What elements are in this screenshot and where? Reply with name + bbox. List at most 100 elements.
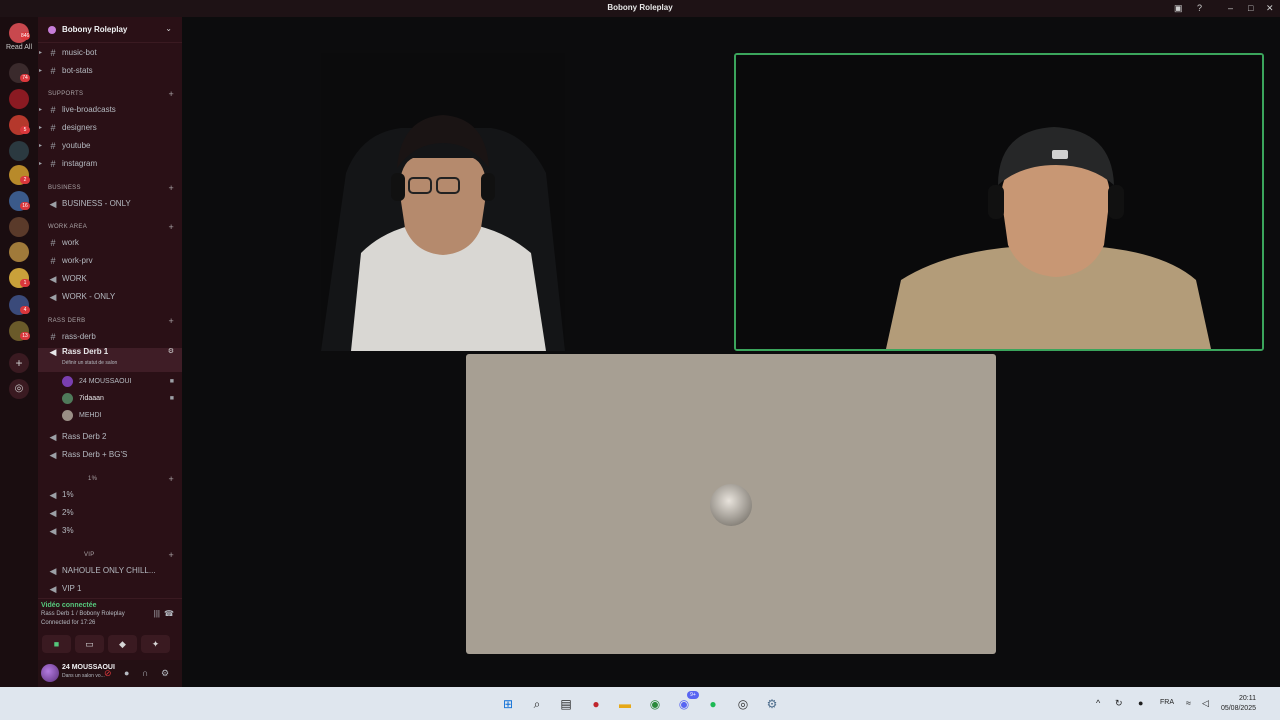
obs-icon[interactable]: ◎ <box>734 695 752 713</box>
channel-work-voice[interactable]: ◀ WORK <box>38 271 182 287</box>
speaker-icon: ◀ <box>49 292 57 302</box>
sync-icon[interactable]: ↻ <box>1115 698 1123 709</box>
help-icon[interactable]: ? <box>1197 3 1202 13</box>
chevron-up-icon[interactable]: ^ <box>1096 698 1100 708</box>
channel-settings-icon[interactable]: ⚙ <box>168 348 174 360</box>
channel-2-percent[interactable]: ◀ 2% <box>38 505 182 521</box>
title-bar: Bobony Roleplay ▣ ? – □ ✕ <box>0 0 1280 17</box>
chevron-right-icon: ▸ <box>39 161 43 167</box>
wifi-icon[interactable]: ≈ <box>1186 698 1191 708</box>
volume-icon[interactable]: ◁ <box>1202 698 1209 709</box>
category-business[interactable]: BUSINESS + <box>38 181 182 195</box>
hash-icon: # <box>50 256 56 266</box>
voice-member[interactable]: 7idaaan ■ <box>38 390 182 407</box>
channel-label: live-broadcasts <box>62 105 116 114</box>
avatar[interactable] <box>41 664 59 682</box>
category-supports[interactable]: SUPPORTS + <box>38 87 182 101</box>
settings-gear-icon[interactable]: ⚙ <box>161 668 169 679</box>
channel-1-percent[interactable]: ◀ 1% <box>38 487 182 503</box>
plus-icon[interactable]: + <box>168 548 174 562</box>
channel-label: 2% <box>62 508 74 517</box>
channel-live-broadcasts[interactable]: ▸ # live-broadcasts <box>38 102 182 118</box>
plus-icon[interactable]: + <box>168 87 174 101</box>
channel-instagram[interactable]: ▸ # instagram <box>38 156 182 172</box>
category-rass-derb[interactable]: RASS DERB + <box>38 314 182 328</box>
soundboard-button[interactable]: ✦ <box>141 635 170 653</box>
channel-label: 1% <box>62 490 74 499</box>
channel-work[interactable]: # work <box>38 235 182 251</box>
video-tile[interactable] <box>321 53 565 351</box>
chevron-down-icon[interactable]: ⌄ <box>165 24 172 33</box>
voice-channel-link[interactable]: Rass Derb 1 / Bobony Roleplay <box>41 611 125 617</box>
minimize-icon[interactable]: – <box>1228 3 1233 13</box>
plus-icon[interactable]: + <box>168 472 174 486</box>
channel-work-prv[interactable]: # work-prv <box>38 253 182 269</box>
video-tile-avatar[interactable] <box>466 354 996 654</box>
discover-icon[interactable]: ◎ <box>9 379 29 399</box>
voice-member[interactable]: MEHDI <box>38 407 182 424</box>
speaker-icon: ◀ <box>49 566 57 576</box>
channel-designers[interactable]: ▸ # designers <box>38 120 182 136</box>
category-vip[interactable]: VIP + <box>38 548 182 562</box>
server-badge: 5 <box>20 126 30 134</box>
hash-icon: # <box>50 141 56 151</box>
guild-header[interactable]: Bobony Roleplay ⌄ <box>38 17 182 43</box>
hash-icon: # <box>50 332 56 342</box>
channel-vip-1[interactable]: ◀ VIP 1 <box>38 581 182 597</box>
settings-icon[interactable]: ⚙ <box>763 695 781 713</box>
server-icon[interactable] <box>9 217 29 237</box>
maximize-icon[interactable]: □ <box>1248 3 1253 13</box>
plus-icon[interactable]: + <box>168 220 174 234</box>
add-server-icon[interactable]: + <box>9 353 29 373</box>
language-indicator[interactable]: FRA <box>1160 699 1174 706</box>
camera-icon: ■ <box>169 378 174 385</box>
voice-member[interactable]: 24 MOUSSAOUI ■ <box>38 373 182 390</box>
clock[interactable]: 20:11 05/08/2025 <box>1221 694 1256 714</box>
channel-bot-stats[interactable]: ▸ # bot-stats <box>38 63 182 79</box>
channel-music-bot[interactable]: ▸ # music-bot <box>38 45 182 61</box>
spotify-icon[interactable]: ● <box>704 695 722 713</box>
channel-work-only[interactable]: ◀ WORK - ONLY <box>38 289 182 305</box>
channel-rass-derb-2[interactable]: ◀ Rass Derb 2 <box>38 429 182 445</box>
channel-rass-derb-text[interactable]: # rass-derb <box>38 329 182 345</box>
clock-time: 20:11 <box>1239 695 1256 702</box>
channel-status[interactable]: Définir un statut de salon <box>62 359 117 367</box>
channel-rass-derb-bgs[interactable]: ◀ Rass Derb + BG'S <box>38 447 182 463</box>
windows-start-icon[interactable]: ⊞ <box>499 695 517 713</box>
inbox-icon[interactable]: ▣ <box>1174 3 1183 13</box>
plus-icon[interactable]: + <box>168 314 174 328</box>
channel-nahoule[interactable]: ◀ NAHOULE ONLY CHILL... <box>38 563 182 579</box>
channel-business-only[interactable]: ◀ BUSINESS - ONLY <box>38 196 182 212</box>
read-all-button[interactable]: Read All <box>0 44 38 51</box>
chrome-icon[interactable]: ◉ <box>646 695 664 713</box>
camera-button[interactable]: ■ <box>42 635 71 653</box>
server-icon[interactable] <box>9 89 29 109</box>
task-view-icon[interactable]: ▤ <box>557 695 575 713</box>
category-work-area[interactable]: WORK AREA + <box>38 220 182 234</box>
screen-off-icon[interactable]: ⊘ <box>104 668 112 679</box>
channel-label: music-bot <box>62 48 97 57</box>
microphone-icon[interactable]: ● <box>1138 698 1143 708</box>
search-icon[interactable]: ⌕ <box>528 695 546 713</box>
channel-3-percent[interactable]: ◀ 3% <box>38 523 182 539</box>
file-explorer-icon[interactable]: ▬ <box>616 695 634 713</box>
microphone-icon[interactable]: ● <box>124 668 129 678</box>
video-tile-speaking[interactable] <box>734 53 1264 351</box>
server-icon[interactable] <box>9 242 29 262</box>
activity-button[interactable]: ◆ <box>108 635 137 653</box>
channel-rass-derb-1[interactable]: ◀ Rass Derb 1 Définir un statut de salon… <box>38 348 182 372</box>
speaker-icon: ◀ <box>49 274 57 284</box>
category-percent[interactable]: 1% + <box>38 472 182 486</box>
speaker-icon: ◀ <box>49 508 57 518</box>
plus-icon[interactable]: + <box>168 181 174 195</box>
hash-icon: # <box>50 238 56 248</box>
headphones-icon[interactable]: ∩ <box>142 668 148 678</box>
channel-youtube[interactable]: ▸ # youtube <box>38 138 182 154</box>
category-label: BUSINESS <box>48 185 81 191</box>
disconnect-icon[interactable]: ☎ <box>164 609 174 618</box>
app-icon[interactable]: ● <box>587 695 605 713</box>
screen-share-button[interactable]: ▭ <box>75 635 104 653</box>
close-icon[interactable]: ✕ <box>1266 3 1274 13</box>
noise-suppression-icon[interactable]: ||| <box>154 609 160 618</box>
server-icon[interactable] <box>9 141 29 161</box>
